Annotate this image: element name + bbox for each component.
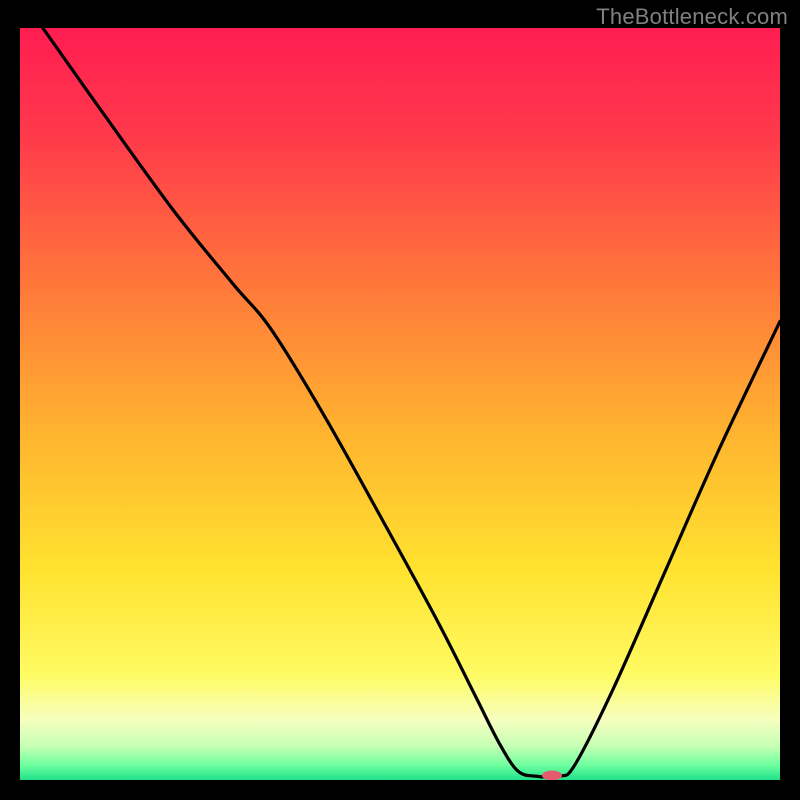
plot-area [20,28,780,780]
gradient-background [20,28,780,780]
bottleneck-chart [20,28,780,780]
chart-frame: TheBottleneck.com [0,0,800,800]
watermark-label: TheBottleneck.com [596,4,788,30]
